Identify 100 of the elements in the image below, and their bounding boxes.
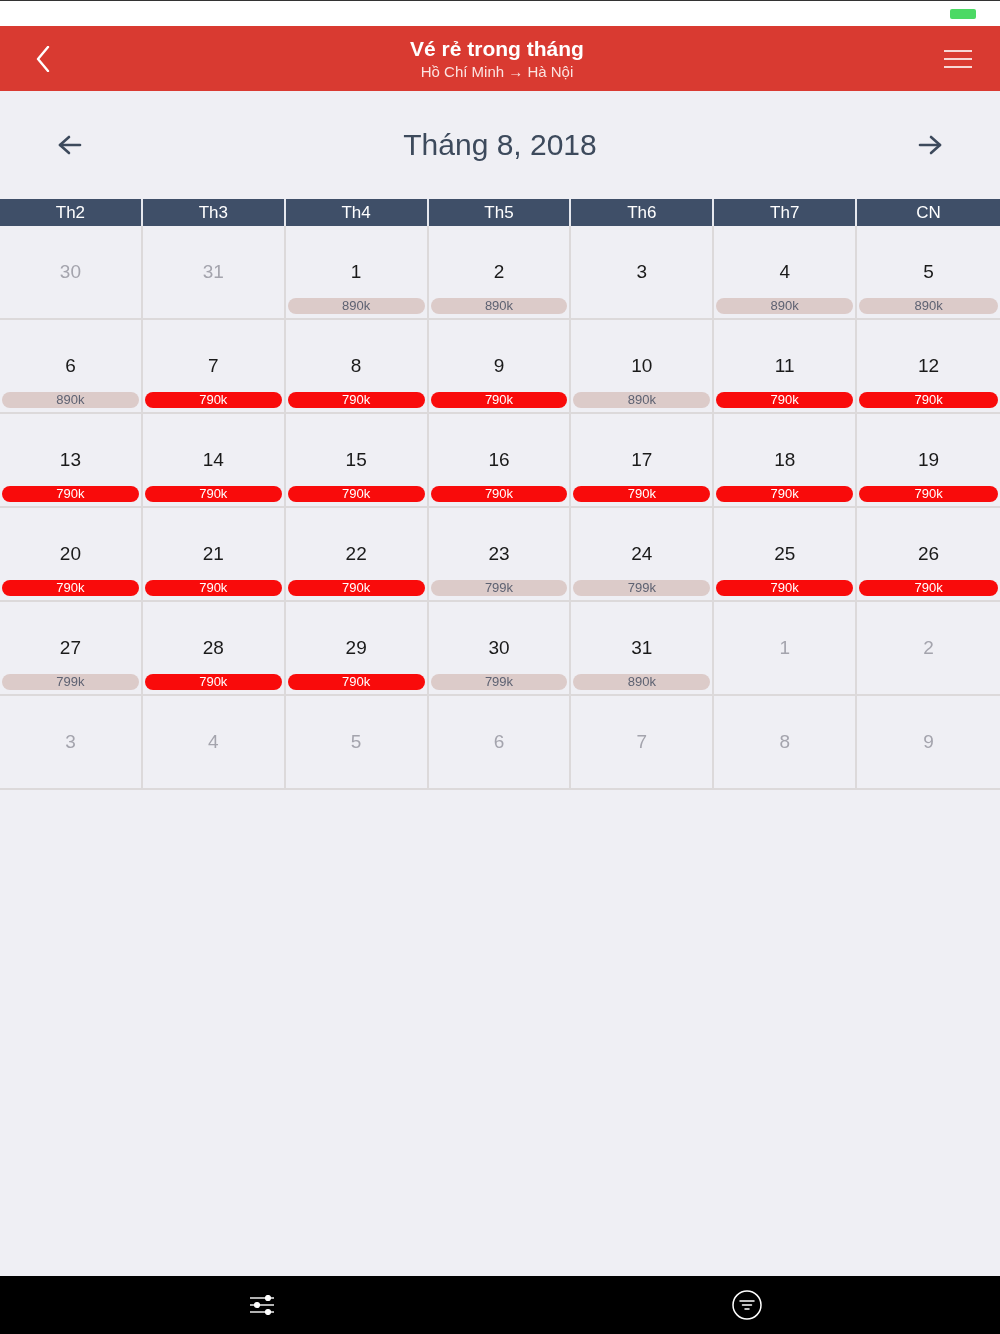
price-tag: 790k (716, 580, 854, 596)
weekday-label: Th3 (142, 199, 286, 226)
day-number: 22 (345, 542, 367, 566)
price-tag: 790k (859, 580, 998, 596)
day-number: 20 (59, 542, 81, 566)
weekday-label: Th2 (0, 199, 143, 226)
day-cell[interactable]: 21 790k (142, 508, 286, 602)
day-number: 11 (774, 354, 795, 378)
weekday-label: Th6 (571, 199, 715, 226)
day-number: 18 (774, 448, 796, 472)
day-number: 21 (202, 542, 224, 566)
arrow-right-icon (918, 135, 942, 155)
day-cell[interactable]: 29 790k (285, 602, 429, 696)
day-cell[interactable]: 5 890k (857, 226, 1000, 320)
day-cell[interactable]: 18 790k (714, 414, 858, 508)
day-cell[interactable]: 16 790k (428, 414, 572, 508)
day-cell[interactable]: 30 799k (428, 602, 572, 696)
day-cell[interactable]: 31 890k (571, 602, 715, 696)
day-number: 29 (345, 636, 367, 660)
day-number: 6 (493, 730, 505, 754)
day-number: 6 (65, 354, 76, 378)
price-tag: 790k (287, 580, 425, 596)
day-number: 8 (779, 730, 790, 754)
price-tag: 790k (573, 486, 711, 502)
day-cell[interactable]: 24 799k (571, 508, 715, 602)
price-tag: 890k (573, 674, 711, 690)
day-number: 7 (636, 730, 648, 754)
day-number: 9 (493, 354, 505, 378)
day-cell[interactable]: 20 790k (0, 508, 143, 602)
weekday-label: Th7 (714, 199, 858, 226)
battery-icon (950, 8, 976, 19)
price-tag: 799k (573, 580, 711, 596)
day-number: 25 (774, 542, 796, 566)
price-tag: 790k (144, 674, 282, 690)
price-tag: 890k (287, 298, 425, 314)
price-tag: 799k (430, 674, 568, 690)
day-cell[interactable]: 10 890k (571, 320, 715, 414)
weekday-label: Th5 (428, 199, 572, 226)
price-tag: 790k (144, 486, 282, 502)
price-tag: 799k (430, 580, 568, 596)
day-cell[interactable]: 27 799k (0, 602, 143, 696)
price-tag: 790k (430, 392, 568, 408)
day-cell[interactable]: 28 790k (142, 602, 286, 696)
filter-button[interactable] (729, 1288, 764, 1322)
price-tag: 799k (2, 674, 139, 690)
day-number: 1 (350, 260, 362, 284)
day-cell[interactable]: 25 790k (714, 508, 858, 602)
day-cell[interactable]: 3 (571, 226, 715, 320)
day-number: 30 (59, 260, 81, 284)
day-cell[interactable]: 7 790k (142, 320, 286, 414)
day-number: 3 (636, 260, 648, 284)
day-cell[interactable]: 26 790k (857, 508, 1000, 602)
day-number: 31 (202, 260, 224, 284)
day-cell[interactable]: 15 790k (285, 414, 429, 508)
header-subtitle: Hồ Chí Minh → Hà Nội (420, 61, 574, 82)
day-number: 19 (918, 448, 940, 472)
price-tag: 790k (144, 580, 282, 596)
price-tag: 790k (2, 486, 139, 502)
price-tag: 790k (859, 392, 998, 408)
sliders-icon (248, 1295, 275, 1315)
day-number: 17 (631, 448, 653, 472)
back-chevron-icon (36, 45, 50, 72)
day-number: 16 (488, 448, 510, 472)
weekday-label: CN (915, 202, 942, 224)
arrow-left-icon (58, 135, 82, 155)
day-number: 30 (488, 636, 510, 660)
day-number: 15 (345, 448, 367, 472)
day-cell[interactable]: 2 890k (428, 226, 572, 320)
day-cell[interactable]: 1 890k (285, 226, 429, 320)
day-cell[interactable]: 13 790k (0, 414, 143, 508)
day-cell[interactable]: 6 890k (0, 320, 143, 414)
price-tag: 890k (2, 392, 139, 408)
day-cell[interactable]: 22 790k (285, 508, 429, 602)
day-cell[interactable]: 17 790k (571, 414, 715, 508)
weekday-label: Th4 (285, 199, 429, 226)
price-tag: 790k (2, 580, 139, 596)
day-cell[interactable]: 12 790k (857, 320, 1000, 414)
day-number: 3 (65, 730, 76, 754)
day-number: 13 (59, 448, 81, 472)
day-cell[interactable]: 4 890k (714, 226, 858, 320)
filter-icon (731, 1290, 762, 1320)
day-number: 10 (631, 354, 653, 378)
day-cell[interactable]: 9 790k (428, 320, 572, 414)
price-tag: 890k (573, 392, 711, 408)
day-cell[interactable]: 19 790k (857, 414, 1000, 508)
price-tag: 790k (144, 392, 282, 408)
day-number: 26 (918, 542, 940, 566)
day-number: 27 (59, 636, 81, 660)
day-number: 14 (202, 448, 224, 472)
day-number: 7 (208, 354, 219, 378)
price-tag: 890k (716, 298, 854, 314)
day-number: 24 (631, 542, 653, 566)
day-cell[interactable]: 23 799k (428, 508, 572, 602)
header-title: Vé rẻ trong tháng (410, 35, 584, 62)
day-cell[interactable]: 11 790k (714, 320, 858, 414)
day-cell[interactable]: 8 790k (285, 320, 429, 414)
price-tag: 790k (716, 392, 854, 408)
month-title: Tháng 8, 2018 (403, 128, 597, 162)
day-cell[interactable]: 14 790k (142, 414, 286, 508)
day-number: 2 (493, 260, 505, 284)
